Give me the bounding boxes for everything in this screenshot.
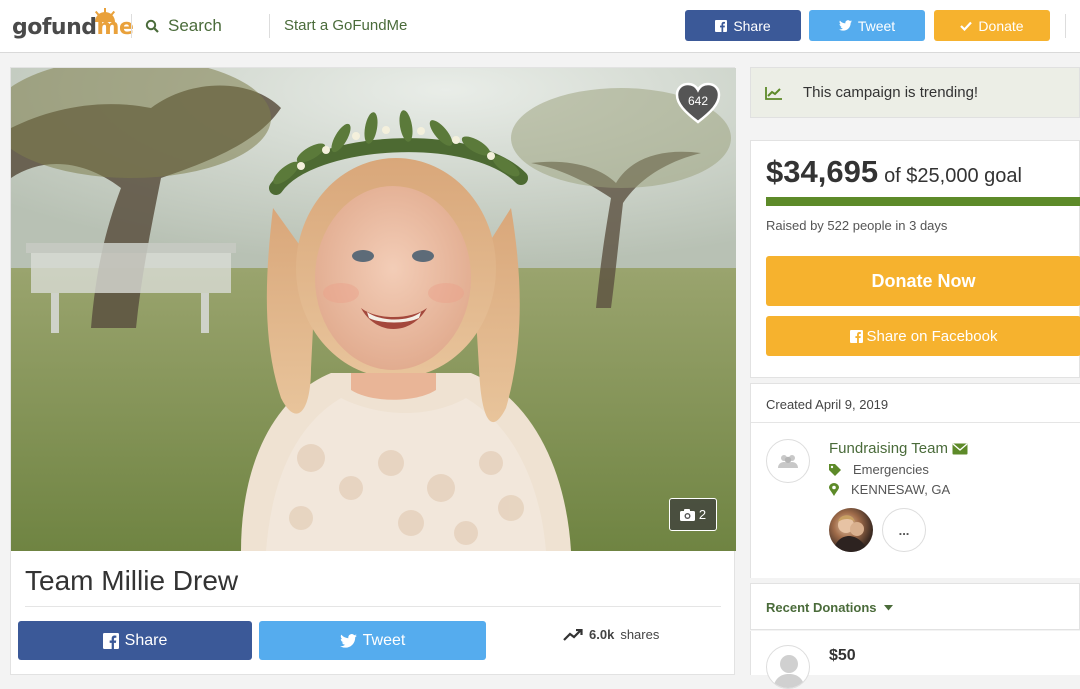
header-share-button[interactable]: Share	[685, 10, 801, 41]
shares-count: 6.0k	[589, 627, 615, 642]
team-avatar[interactable]	[766, 439, 810, 483]
campaign-title: Team Millie Drew	[25, 565, 239, 596]
progress-bar-fill	[766, 197, 1080, 206]
photo-count: 2	[698, 507, 707, 522]
donation-list-item: $50	[750, 631, 1080, 689]
organizer-avatar[interactable]	[829, 508, 873, 552]
heart-count: 642	[687, 94, 709, 108]
top-header: gofundme Search Start a GoFundMe Share T…	[0, 0, 1080, 53]
trending-banner: This campaign is trending!	[750, 67, 1080, 118]
header-divider	[131, 14, 132, 38]
twitter-icon	[838, 20, 852, 31]
header-tweet-label: Tweet	[857, 17, 896, 34]
progress-bar	[766, 197, 1080, 206]
campaign-photo[interactable]: 642 2	[11, 68, 736, 551]
header-donate-label: Donate	[978, 17, 1024, 34]
search-label: Search	[168, 16, 222, 35]
facebook-icon	[102, 632, 119, 649]
raised-summary: $34,695 of $25,000 goal	[766, 154, 1022, 190]
gofundme-logo[interactable]: gofundme	[12, 8, 134, 42]
fundraising-progress-card: $34,695 of $25,000 goal Raised by 522 pe…	[750, 140, 1080, 378]
start-gofundme-link[interactable]: Start a GoFundMe	[284, 17, 407, 34]
trending-text: This campaign is trending!	[803, 84, 979, 101]
created-date: Created April 9, 2019	[766, 397, 889, 412]
share-on-facebook-button[interactable]: Share on Facebook	[766, 316, 1080, 356]
donation-amount: $50	[829, 647, 856, 664]
campaign-tweet-label: Tweet	[362, 631, 406, 649]
donor-avatar	[766, 645, 810, 689]
facebook-icon	[715, 19, 728, 32]
category-tag[interactable]: Emergencies	[829, 462, 929, 477]
trending-icon	[563, 628, 583, 641]
search-link[interactable]: Search	[145, 15, 222, 37]
shares-label: shares	[620, 627, 660, 642]
header-share-label: Share	[733, 17, 771, 34]
recent-donations-toggle[interactable]: Recent Donations	[766, 600, 893, 615]
donate-now-button[interactable]: Donate Now	[766, 256, 1080, 306]
goal-text: of $25,000 goal	[884, 165, 1022, 187]
header-divider	[269, 14, 270, 38]
envelope-icon	[952, 442, 968, 454]
campaign-info-card: Created April 9, 2019 Fundraising Team E…	[750, 383, 1080, 578]
facebook-icon	[849, 329, 863, 343]
camera-icon	[679, 508, 695, 521]
recent-donations-header: Recent Donations	[750, 583, 1080, 630]
header-divider	[1065, 14, 1066, 38]
campaign-share-button[interactable]: Share	[18, 621, 252, 660]
info-divider	[751, 422, 1080, 423]
category-label: Emergencies	[853, 462, 929, 477]
campaign-card: 642 2 Team Millie Drew Share Tweet 6.0k …	[10, 67, 736, 675]
organizer-photo-image	[833, 515, 869, 552]
twitter-icon	[339, 633, 357, 648]
group-icon	[778, 455, 798, 468]
title-divider	[25, 606, 721, 607]
tag-icon	[829, 463, 841, 476]
shares-counter: 6.0k shares	[563, 627, 659, 642]
recent-donations-label: Recent Donations	[766, 600, 877, 615]
campaign-tweet-button[interactable]: Tweet	[259, 621, 486, 660]
trending-chart-icon	[765, 86, 782, 100]
more-organizers-button[interactable]: ...	[882, 508, 926, 552]
user-icon	[773, 655, 805, 688]
campaign-share-label: Share	[124, 631, 168, 649]
search-icon	[145, 19, 159, 33]
photo-illustration	[11, 68, 736, 551]
share-on-facebook-label: Share on Facebook	[866, 327, 998, 345]
header-tweet-button[interactable]: Tweet	[809, 10, 925, 41]
caret-down-icon	[883, 604, 893, 610]
photo-count-button[interactable]: 2	[669, 498, 717, 531]
favorite-heart-button[interactable]: 642	[675, 82, 721, 124]
logo-text: gofundme	[12, 15, 134, 40]
check-icon	[960, 21, 973, 31]
header-donate-button[interactable]: Donate	[934, 10, 1050, 41]
location-tag: KENNESAW, GA	[829, 482, 950, 497]
raised-amount: $34,695	[766, 154, 879, 189]
team-name: Fundraising Team	[829, 440, 948, 457]
raised-by-text: Raised by 522 people in 3 days	[766, 218, 948, 233]
map-pin-icon	[829, 483, 839, 496]
fundraising-team-link[interactable]: Fundraising Team	[829, 440, 968, 457]
location-label: KENNESAW, GA	[851, 482, 951, 497]
